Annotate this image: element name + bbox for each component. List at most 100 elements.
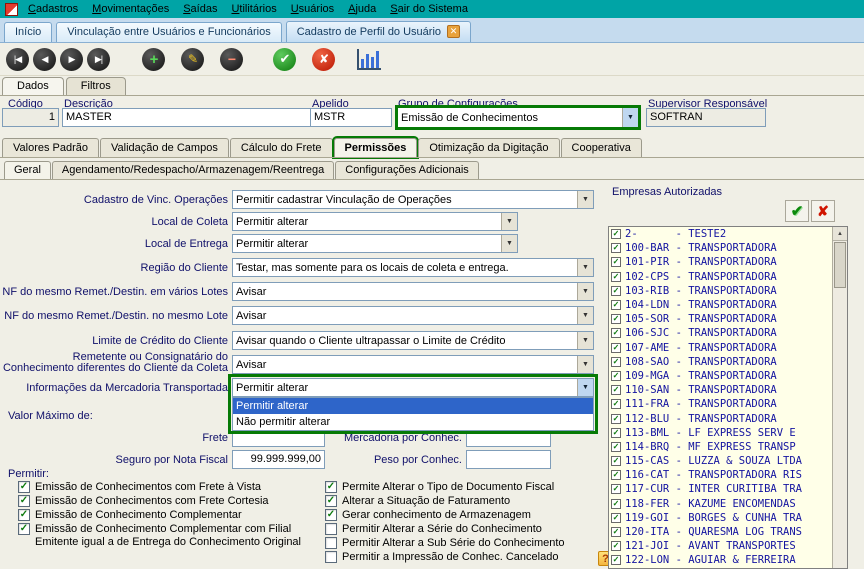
seguro-field[interactable]: 99.999.999,00 <box>232 450 325 469</box>
checkbox[interactable]: ✓ <box>611 470 621 480</box>
checkbox[interactable]: ✓ <box>611 414 621 424</box>
empresa-item[interactable]: ✓112-BLU - TRANSPORTADORA <box>609 411 832 425</box>
checkbox-row-permite-alterar-o-tipo-de-documento-fiscal[interactable]: ✓Permite Alterar o Tipo de Documento Fis… <box>325 481 613 494</box>
tab-inicio[interactable]: Início <box>4 22 52 42</box>
menu-item-cadastros[interactable]: Cadastros <box>21 2 85 16</box>
checkbox[interactable]: ✓ <box>18 509 30 521</box>
checkbox-row-emissao-de-conhecimentos-com-frete-cortesi[interactable]: ✓Emissão de Conhecimentos com Frete Cort… <box>18 495 318 508</box>
empresa-item[interactable]: ✓115-CAS - LUZZA & SOUZA LTDA <box>609 454 832 468</box>
prior-record-button[interactable]: ◀ <box>33 48 56 71</box>
checkbox[interactable]: ✓ <box>325 481 337 493</box>
checkbox[interactable]: ✓ <box>18 495 30 507</box>
checkbox[interactable]: ✓ <box>611 243 621 253</box>
tab-permissoes[interactable]: Permissões <box>334 138 418 157</box>
checkbox[interactable]: ✓ <box>611 357 621 367</box>
checkbox[interactable]: ✓ <box>611 300 621 310</box>
chevron-down-icon[interactable]: ▼ <box>501 213 517 230</box>
chevron-down-icon[interactable]: ▼ <box>577 259 593 276</box>
chevron-down-icon[interactable]: ▼ <box>577 379 593 396</box>
close-tab-icon[interactable]: ✕ <box>447 25 460 38</box>
empresa-item[interactable]: ✓111-FRA - TRANSPORTADORA <box>609 397 832 411</box>
checkbox-row-permitir-alterar-a-sub-serie-do-conhecimen[interactable]: Permitir Alterar a Sub Série do Conhecim… <box>325 537 613 550</box>
empresa-item[interactable]: ✓108-SAO - TRANSPORTADORA <box>609 355 832 369</box>
checkbox-row-alterar-a-situacao-de-faturamento[interactable]: ✓Alterar a Situação de Faturamento <box>325 495 613 508</box>
checkbox[interactable]: ✓ <box>325 509 337 521</box>
tab-cadastro-de-perfil-do-usuario[interactable]: Cadastro de Perfil do Usuário✕ <box>286 21 471 42</box>
checkbox[interactable]: ✓ <box>611 286 621 296</box>
limite-de-credito-do-cliente-combo[interactable]: Avisar quando o Cliente ultrapassar o Li… <box>232 331 594 350</box>
checkbox[interactable]: ✓ <box>611 229 621 239</box>
checkbox[interactable]: ✓ <box>611 272 621 282</box>
empresa-item[interactable]: ✓113-BML - LF EXPRESS SERV E <box>609 426 832 440</box>
empresa-item[interactable]: ✓104-LDN - TRANSPORTADORA <box>609 298 832 312</box>
empresas-clear-all-button[interactable]: ✘ <box>811 200 835 222</box>
checkbox[interactable]: ✓ <box>611 257 621 267</box>
checkbox[interactable]: ✓ <box>611 555 621 565</box>
chevron-down-icon[interactable]: ▼ <box>577 191 593 208</box>
local-de-entrega-combo[interactable]: Permitir alterar▼ <box>232 234 518 253</box>
empresa-item[interactable]: ✓102-CPS - TRANSPORTADORA <box>609 270 832 284</box>
chevron-down-icon[interactable]: ▼ <box>577 283 593 300</box>
chevron-down-icon[interactable]: ▼ <box>622 108 638 127</box>
cadastro-de-vinc-operacoes-combo[interactable]: Permitir cadastrar Vinculação de Operaçõ… <box>232 190 594 209</box>
checkbox[interactable]: ✓ <box>325 495 337 507</box>
checkbox[interactable]: ✓ <box>611 442 621 452</box>
empresas-scrollbar[interactable]: ▲ <box>832 227 847 568</box>
first-record-button[interactable]: |◀ <box>6 48 29 71</box>
empresa-item[interactable]: ✓106-SJC - TRANSPORTADORA <box>609 326 832 340</box>
dropdown-option-permitir-alterar[interactable]: Permitir alterar <box>233 398 593 414</box>
supervisor-field[interactable]: SOFTRAN <box>646 108 766 127</box>
checkbox[interactable]: ✓ <box>611 484 621 494</box>
empresa-item[interactable]: ✓122-LON - AGUIAR & FERREIRA <box>609 553 832 567</box>
checkbox[interactable]: ✓ <box>611 456 621 466</box>
empresa-item[interactable]: ✓116-CAT - TRANSPORTADORA RIS <box>609 468 832 482</box>
tab-vinculacao-entre-usuarios-e-funcionarios[interactable]: Vinculação entre Usuários e Funcionários <box>56 22 281 42</box>
delete-button[interactable]: − <box>220 48 243 71</box>
empresa-item[interactable]: ✓117-CUR - INTER CURITIBA TRA <box>609 482 832 496</box>
empresa-item[interactable]: ✓101-PIR - TRANSPORTADORA <box>609 255 832 269</box>
grupo-configuracoes-combo[interactable]: Emissão de Conhecimentos ▼ <box>398 108 638 127</box>
apelido-field[interactable]: MSTR <box>310 108 392 127</box>
empresa-item[interactable]: ✓103-RIB - TRANSPORTADORA <box>609 284 832 298</box>
menu-item-sair-do-sistema[interactable]: Sair do Sistema <box>383 2 475 16</box>
chevron-down-icon[interactable]: ▼ <box>577 356 593 373</box>
chevron-down-icon[interactable]: ▼ <box>501 235 517 252</box>
checkbox[interactable] <box>325 537 337 549</box>
checkbox-row-permitir-alterar-a-serie-do-conhecimento[interactable]: Permitir Alterar a Série do Conhecimento <box>325 523 613 536</box>
empresa-item[interactable]: ✓2- - TESTE2 <box>609 227 832 241</box>
tab-calculo-do-frete[interactable]: Cálculo do Frete <box>230 138 333 157</box>
tab-agendamento-redespacho-armazenagem-reentrega[interactable]: Agendamento/Redespacho/Armazenagem/Reent… <box>52 161 334 179</box>
dropdown-option-nao-permitir-alterar[interactable]: Não permitir alterar <box>233 414 593 430</box>
checkbox[interactable]: ✓ <box>611 499 621 509</box>
checkbox[interactable]: ✓ <box>611 527 621 537</box>
menu-item-movimentacoes[interactable]: Movimentações <box>85 2 176 16</box>
checkbox-row-emissao-de-conhecimentos-com-frete-a-vista[interactable]: ✓Emissão de Conhecimentos com Frete à Vi… <box>18 481 318 494</box>
tab-geral[interactable]: Geral <box>4 161 51 179</box>
informacoes-da-mercadoria-transportada-combo[interactable]: Permitir alterar▼ <box>232 378 594 397</box>
tab-filtros[interactable]: Filtros <box>66 77 126 96</box>
empresa-item[interactable]: ✓100-BAR - TRANSPORTADORA <box>609 241 832 255</box>
empresa-item[interactable]: ✓114-BRQ - MF EXPRESS TRANSP <box>609 440 832 454</box>
codigo-field[interactable]: 1 <box>2 108 59 127</box>
scroll-up-icon[interactable]: ▲ <box>833 227 847 241</box>
chevron-down-icon[interactable]: ▼ <box>577 307 593 324</box>
peso-field[interactable] <box>466 450 551 469</box>
checkbox-row-permitir-a-impressao-de-conhec-cancelado[interactable]: Permitir a Impressão de Conhec. Cancelad… <box>325 551 613 566</box>
checkbox[interactable]: ✓ <box>611 314 621 324</box>
empresa-item[interactable]: ✓110-SAN - TRANSPORTADORA <box>609 383 832 397</box>
empresa-item[interactable]: ✓107-AME - TRANSPORTADORA <box>609 341 832 355</box>
checkbox[interactable]: ✓ <box>611 371 621 381</box>
checkbox-row-gerar-conhecimento-de-armazenagem[interactable]: ✓Gerar conhecimento de Armazenagem <box>325 509 613 522</box>
checkbox[interactable] <box>325 551 337 563</box>
cancel-button[interactable]: ✘ <box>312 48 335 71</box>
descricao-field[interactable]: MASTER <box>62 108 312 127</box>
checkbox[interactable]: ✓ <box>611 399 621 409</box>
checkbox-row-emissao-de-conhecimento-complementar-com-f[interactable]: ✓Emissão de Conhecimento Complementar co… <box>18 523 318 549</box>
chevron-down-icon[interactable]: ▼ <box>577 332 593 349</box>
checkbox[interactable]: ✓ <box>611 385 621 395</box>
next-record-button[interactable]: ▶ <box>60 48 83 71</box>
remetente-ou-consignatario-do-conhecimento-combo[interactable]: Avisar▼ <box>232 355 594 374</box>
tab-otimizacao-da-digitacao[interactable]: Otimização da Digitação <box>418 138 559 157</box>
empresa-item[interactable]: ✓119-GOI - BORGES & CUNHA TRA <box>609 511 832 525</box>
empresa-item[interactable]: ✓105-SOR - TRANSPORTADORA <box>609 312 832 326</box>
